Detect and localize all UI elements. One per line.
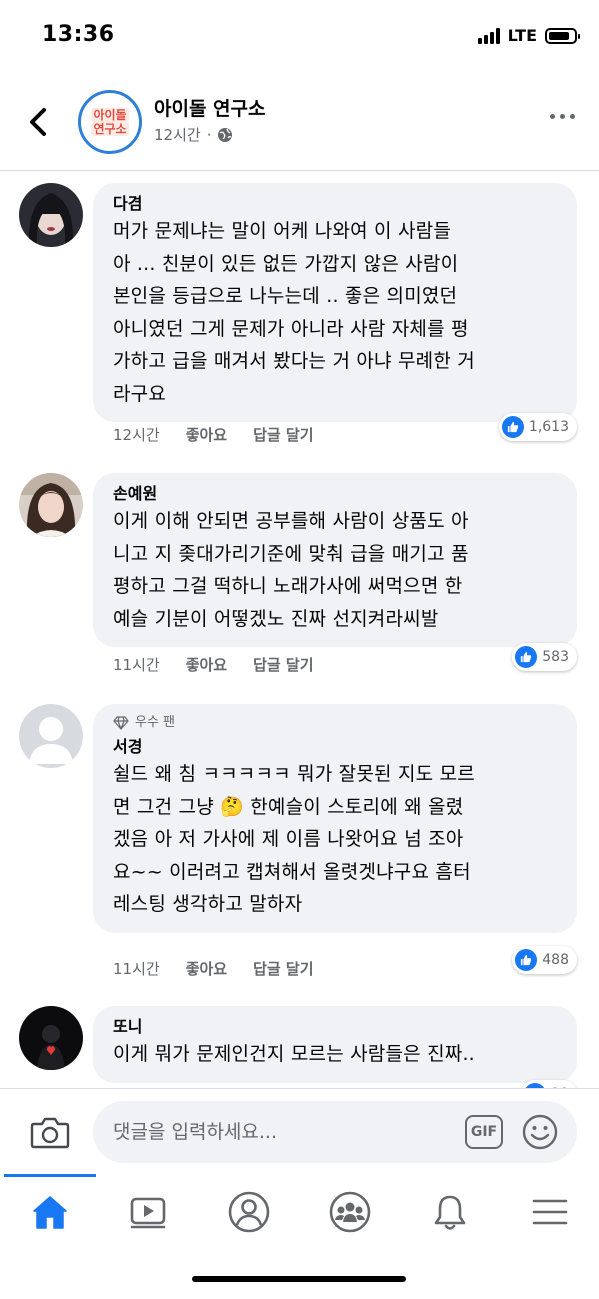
like-button[interactable]: 좋아요 bbox=[186, 654, 227, 675]
reaction-count-value: 583 bbox=[542, 649, 569, 665]
comment-bubble[interactable]: 다겸 머가 문제냐는 말이 어케 나와여 이 사람들 아 ... 친분이 있든 … bbox=[93, 183, 577, 422]
tab-notifications[interactable] bbox=[426, 1188, 474, 1236]
tab-profile[interactable] bbox=[225, 1188, 273, 1236]
top-fan-label: 우수 팬 bbox=[135, 715, 176, 730]
comment-time: 12시간 bbox=[113, 426, 160, 444]
status-icons: LTE bbox=[477, 26, 580, 45]
reaction-count[interactable]: 583 bbox=[512, 643, 577, 671]
comment-bubble[interactable]: 우수 팬 서경 쉴드 왜 침 ㅋㅋㅋㅋㅋ 뭐가 잘못된 지도 모르 면 그건 그… bbox=[93, 704, 577, 933]
diamond-icon bbox=[113, 716, 129, 730]
tab-menu[interactable] bbox=[526, 1188, 574, 1236]
avatar[interactable] bbox=[19, 183, 83, 247]
globe-icon bbox=[218, 127, 233, 142]
profile-icon bbox=[228, 1191, 270, 1233]
comment-author[interactable]: 서경 bbox=[113, 736, 557, 758]
reaction-count-value: 488 bbox=[542, 952, 569, 968]
groups-icon bbox=[329, 1191, 371, 1233]
status-time: 13:36 bbox=[42, 22, 115, 47]
like-reaction-icon bbox=[515, 949, 538, 971]
dot-separator: · bbox=[206, 125, 212, 144]
like-button[interactable]: 좋아요 bbox=[186, 958, 227, 979]
comment-actions: 12시간 좋아요 답글 달기 bbox=[113, 424, 314, 445]
comment-text: 머가 문제냐는 말이 어케 나와여 이 사람들 아 ... 친분이 있든 없든 … bbox=[113, 220, 475, 405]
comment-author[interactable]: 손예원 bbox=[113, 483, 557, 505]
avatar[interactable] bbox=[19, 704, 83, 768]
video-icon bbox=[130, 1197, 166, 1229]
avatar[interactable] bbox=[19, 473, 83, 537]
status-bar: 13:36 LTE bbox=[0, 0, 599, 72]
home-icon bbox=[33, 1196, 67, 1229]
top-fan-badge: 우수 팬 bbox=[113, 714, 557, 732]
comment-bubble[interactable]: 또니 이게 뭐가 문제인건지 모르는 사람들은 진짜.. bbox=[93, 1006, 577, 1083]
comment-text: 이게 이해 안되면 공부를해 사람이 상품도 아 니고 지 좆대가리기준에 맞춰… bbox=[113, 510, 469, 630]
bottom-tab-bar bbox=[0, 1174, 599, 1254]
menu-icon bbox=[532, 1199, 568, 1225]
post-header: 아이돌 연구소 아이돌 연구소 12시간 · bbox=[0, 84, 599, 160]
comment-author[interactable]: 또니 bbox=[113, 1016, 557, 1038]
reply-button[interactable]: 답글 달기 bbox=[253, 958, 313, 979]
reaction-count[interactable]: 488 bbox=[512, 946, 577, 974]
like-reaction-icon bbox=[515, 646, 538, 668]
tab-groups[interactable] bbox=[326, 1188, 374, 1236]
comment-time: 11시간 bbox=[113, 960, 160, 978]
comment-compose-bar: GIF bbox=[0, 1088, 599, 1174]
like-button[interactable]: 좋아요 bbox=[186, 424, 227, 445]
camera-icon[interactable] bbox=[30, 1115, 70, 1149]
network-type: LTE bbox=[507, 26, 537, 45]
post-time: 12시간 bbox=[154, 126, 201, 144]
active-tab-indicator bbox=[4, 1174, 96, 1177]
header-divider bbox=[0, 170, 599, 171]
tab-home[interactable] bbox=[26, 1188, 74, 1236]
comment-actions: 11시간 좋아요 답글 달기 bbox=[113, 958, 314, 979]
battery-icon bbox=[545, 27, 580, 44]
comment-actions: 11시간 좋아요 답글 달기 bbox=[113, 654, 314, 675]
page-avatar[interactable]: 아이돌 연구소 bbox=[78, 90, 142, 154]
page-logo-line2: 연구소 bbox=[91, 122, 129, 136]
more-options-icon[interactable] bbox=[550, 114, 575, 119]
reply-button[interactable]: 답글 달기 bbox=[253, 424, 313, 445]
avatar[interactable] bbox=[19, 1006, 83, 1070]
tab-watch[interactable] bbox=[124, 1188, 172, 1236]
comment-text: 이게 뭐가 문제인건지 모르는 사람들은 진짜.. bbox=[113, 1043, 475, 1065]
reaction-count[interactable]: 1,613 bbox=[498, 413, 577, 441]
post-meta: 12시간 · bbox=[154, 124, 233, 145]
like-reaction-icon bbox=[501, 416, 524, 438]
page-name[interactable]: 아이돌 연구소 bbox=[154, 94, 266, 121]
home-indicator bbox=[192, 1276, 406, 1282]
comment: 또니 이게 뭐가 문제인건지 모르는 사람들은 진짜.. 19 bbox=[0, 1006, 599, 1088]
reaction-count[interactable]: 19 bbox=[521, 1080, 577, 1088]
comment-time: 11시간 bbox=[113, 656, 160, 674]
comment-input[interactable] bbox=[93, 1101, 577, 1163]
back-arrow-icon[interactable] bbox=[22, 104, 54, 140]
page-logo-line1: 아이돌 bbox=[91, 108, 129, 122]
comment-author[interactable]: 다겸 bbox=[113, 193, 557, 215]
signal-icon bbox=[477, 27, 500, 44]
reaction-count-value: 1,613 bbox=[528, 419, 569, 435]
reply-button[interactable]: 답글 달기 bbox=[253, 654, 313, 675]
gif-button[interactable]: GIF bbox=[465, 1115, 503, 1149]
bell-icon bbox=[434, 1195, 466, 1230]
emoji-icon[interactable] bbox=[522, 1114, 558, 1150]
comment-text: 쉴드 왜 침 ㅋㅋㅋㅋㅋ 뭐가 잘못된 지도 모르 면 그건 그냥 🤔 한예슬이… bbox=[113, 763, 475, 915]
comment-bubble[interactable]: 손예원 이게 이해 안되면 공부를해 사람이 상품도 아 니고 지 좆대가리기준… bbox=[93, 473, 577, 647]
